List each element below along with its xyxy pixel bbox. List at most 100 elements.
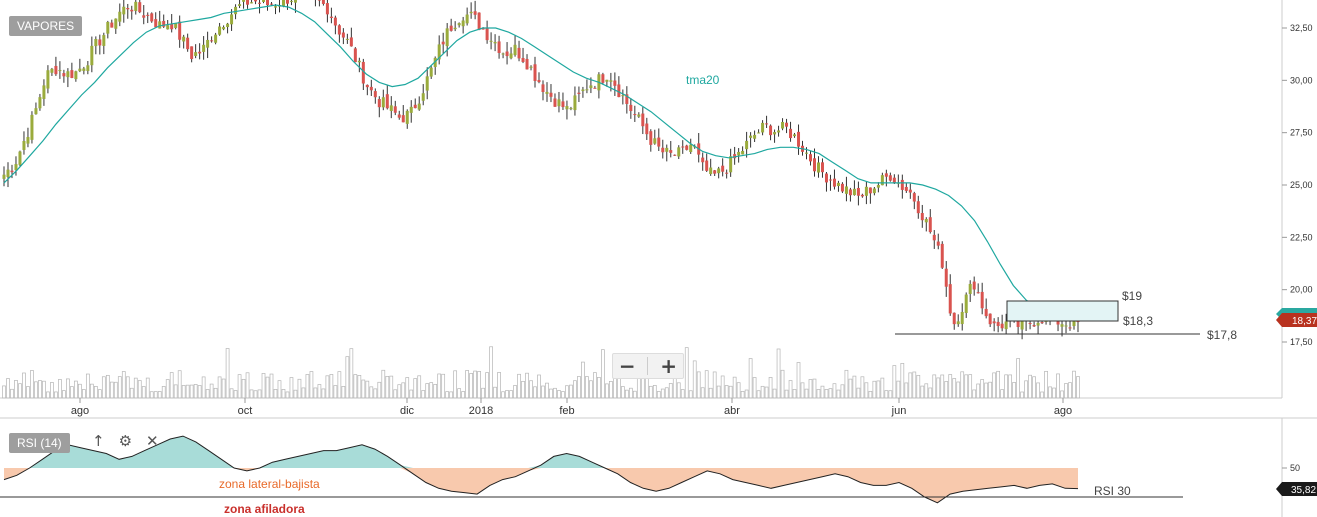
x-tick-label: dic	[400, 405, 415, 417]
zoom-out-button[interactable]: −	[619, 356, 636, 376]
candle-body	[449, 25, 453, 31]
candle-body	[972, 281, 976, 290]
volume-bar	[1060, 390, 1064, 399]
arrow-up-icon[interactable]: ↑	[92, 432, 105, 450]
volume-bar	[716, 385, 721, 399]
volume-bar	[429, 382, 434, 399]
candle-body	[202, 44, 206, 52]
volume-bar	[457, 388, 462, 399]
candle-body	[533, 64, 537, 81]
volume-bar	[988, 381, 993, 399]
candle-body	[146, 14, 150, 16]
candle-body	[273, 6, 277, 8]
candle-body	[1028, 323, 1032, 325]
candle-body	[513, 44, 517, 56]
volume-bar	[936, 377, 941, 399]
volume-bar	[1044, 370, 1048, 399]
zoom-in-button[interactable]: +	[660, 356, 677, 376]
volume-bar	[285, 391, 290, 399]
volume-bar	[517, 373, 521, 399]
volume-bar	[864, 382, 869, 399]
candle-body	[529, 66, 533, 68]
volume-bar	[125, 376, 130, 399]
volume-bar	[640, 377, 645, 399]
volume-bar	[337, 371, 342, 399]
candle-body	[761, 122, 765, 133]
candle-body	[765, 123, 769, 125]
candle-body	[22, 141, 26, 150]
price-tick-label: 30,00	[1290, 75, 1313, 85]
volume-bar	[477, 371, 481, 399]
x-tick-label: abr	[724, 405, 740, 417]
volume-bar	[229, 388, 234, 399]
volume-bar	[153, 391, 158, 399]
volume-bar	[896, 380, 901, 399]
volume-bars	[2, 346, 1080, 399]
candle-body	[409, 106, 413, 113]
volume-bar	[840, 384, 845, 399]
candle-body	[126, 7, 130, 10]
candle-body	[238, 4, 242, 6]
volume-bar	[708, 387, 713, 399]
candle-body	[537, 79, 541, 83]
candle-body	[816, 162, 820, 173]
candle-body	[110, 22, 114, 28]
candle-body	[118, 11, 122, 22]
candle-body	[206, 39, 210, 48]
volume-bar	[421, 390, 426, 399]
candle-body	[2, 174, 6, 179]
volume-bar	[920, 385, 925, 399]
volume-bar	[1040, 391, 1044, 399]
candle-body	[709, 167, 713, 174]
candle-body	[657, 137, 661, 147]
volume-bar	[365, 380, 370, 399]
candle-body	[525, 58, 529, 70]
volume-bar	[796, 362, 801, 399]
volume-bar	[972, 389, 977, 399]
candle-body	[393, 106, 397, 113]
candle-body	[501, 53, 505, 55]
price-tick-label: 20,00	[1290, 285, 1313, 295]
zoom-separator	[647, 357, 649, 375]
candle-body	[1060, 324, 1064, 327]
candle-body	[673, 154, 677, 156]
volume-bar	[724, 385, 729, 399]
volume-bar	[453, 370, 458, 399]
close-icon[interactable]: ✕	[146, 432, 159, 450]
candle-body	[266, 0, 270, 6]
candle-body	[581, 89, 585, 92]
volume-bar	[756, 390, 761, 399]
volume-bar	[1052, 387, 1056, 399]
volume-bar	[824, 389, 829, 399]
volume-bar	[70, 386, 74, 399]
volume-bar	[924, 383, 929, 399]
candle-body	[1064, 325, 1068, 327]
volume-bar	[812, 378, 817, 399]
volume-bar	[293, 389, 298, 399]
candle-body	[521, 58, 525, 62]
rsi-toolbar: ↑ ⚙ ✕	[92, 432, 159, 450]
candle-body	[828, 179, 832, 181]
candle-body	[222, 27, 226, 30]
candle-body	[337, 25, 341, 35]
box-high-label: $19	[1122, 289, 1142, 303]
volume-bar	[145, 377, 150, 399]
volume-bar	[165, 379, 170, 399]
gear-icon[interactable]: ⚙	[119, 432, 132, 450]
candle-body	[888, 175, 892, 181]
candle-body	[1036, 322, 1040, 326]
volume-bar	[449, 391, 454, 399]
volume-bar	[545, 382, 549, 399]
volume-bar	[581, 361, 585, 399]
candle-body	[477, 12, 481, 30]
candle-body	[122, 6, 126, 15]
volume-bar	[620, 386, 625, 399]
candle-body	[373, 91, 377, 98]
volume-bar	[2, 385, 6, 399]
candle-body	[445, 28, 449, 47]
rsi-oversold-fill	[4, 468, 1078, 503]
volume-bar	[38, 380, 42, 399]
volume-bar	[93, 386, 98, 399]
volume-bar	[1008, 374, 1012, 399]
candle-body	[429, 67, 433, 77]
